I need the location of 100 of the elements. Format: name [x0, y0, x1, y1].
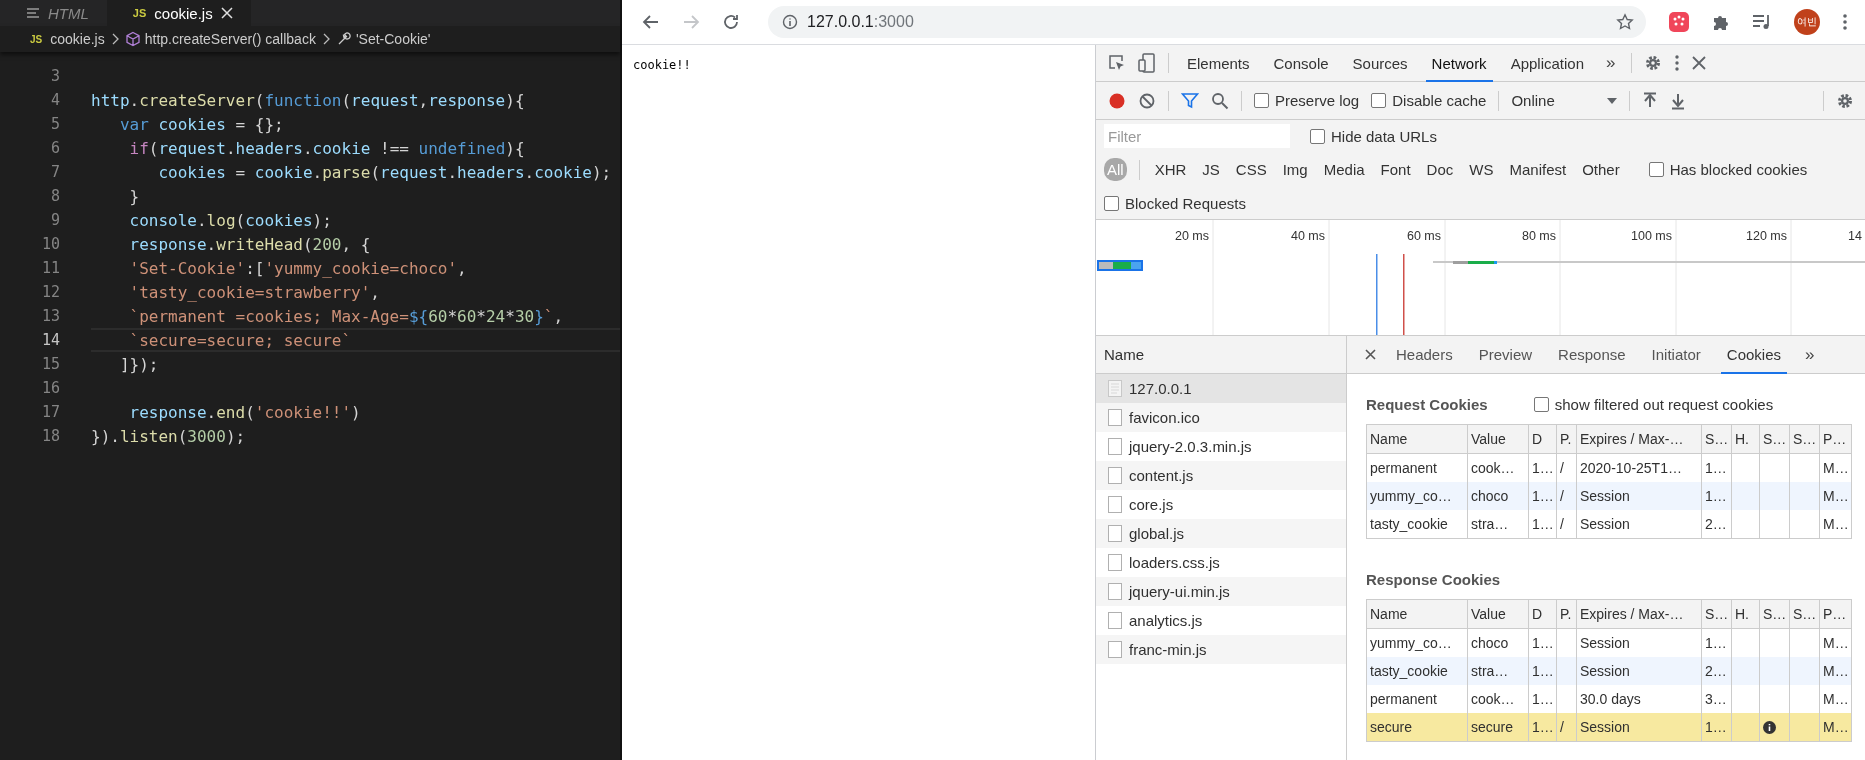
- more-tabs-button[interactable]: »: [1801, 344, 1819, 365]
- devtools-tab[interactable]: Application: [1504, 44, 1590, 82]
- device-icon[interactable]: [1138, 53, 1156, 73]
- menu-icon[interactable]: [1842, 13, 1848, 31]
- column-header[interactable]: P…: [1820, 425, 1850, 453]
- checkbox-label[interactable]: Has blocked cookies: [1669, 161, 1808, 178]
- column-header[interactable]: D: [1529, 425, 1557, 453]
- editor-tab[interactable]: HTML: [0, 0, 107, 26]
- more-icon[interactable]: [1674, 54, 1681, 72]
- close-icon[interactable]: [1692, 56, 1707, 70]
- devtools-tab[interactable]: Elements: [1181, 44, 1256, 82]
- column-header[interactable]: P.: [1557, 425, 1577, 453]
- request-row[interactable]: 127.0.0.1: [1096, 374, 1346, 403]
- details-tab[interactable]: Preview: [1472, 335, 1539, 374]
- column-header[interactable]: D: [1529, 600, 1557, 628]
- type-filter-button[interactable]: Img: [1279, 158, 1311, 181]
- extension-icon[interactable]: [1668, 11, 1690, 33]
- column-header[interactable]: Expires / Max-…: [1577, 425, 1702, 453]
- checkbox[interactable]: [1533, 396, 1549, 412]
- checkbox-label[interactable]: show filtered out request cookies: [1554, 395, 1774, 413]
- filter-field[interactable]: Filter: [1104, 124, 1290, 148]
- column-header[interactable]: P…: [1820, 600, 1850, 628]
- type-filter-button[interactable]: Font: [1377, 158, 1414, 181]
- column-header[interactable]: S…: [1790, 425, 1820, 453]
- details-tab[interactable]: Headers: [1390, 335, 1459, 374]
- column-header[interactable]: P.: [1557, 600, 1577, 628]
- type-filter-button[interactable]: CSS: [1232, 158, 1270, 181]
- request-row[interactable]: loaders.css.js: [1096, 548, 1346, 577]
- checkbox-label[interactable]: Blocked Requests: [1125, 194, 1246, 212]
- table-cell: Session: [1580, 488, 1630, 504]
- table-row[interactable]: tasty_cookie stra… 1… Session 2… M…: [1367, 657, 1851, 685]
- profile-avatar[interactable]: 여빈: [1794, 9, 1820, 35]
- type-filter-button[interactable]: Manifest: [1506, 158, 1570, 181]
- more-tabs-button[interactable]: »: [1602, 53, 1620, 73]
- column-header[interactable]: S…: [1760, 425, 1790, 453]
- upload-icon[interactable]: [1642, 91, 1659, 110]
- checkbox-label[interactable]: Hide data URLs: [1331, 127, 1437, 145]
- type-filter-button[interactable]: JS: [1199, 158, 1223, 181]
- request-row[interactable]: jquery-2.0.3.min.js: [1096, 432, 1346, 461]
- request-row[interactable]: jquery-ui.min.js: [1096, 577, 1346, 606]
- column-header[interactable]: Value: [1468, 425, 1529, 453]
- request-row[interactable]: franc-min.js: [1096, 635, 1346, 664]
- playlist-icon[interactable]: [1752, 13, 1772, 31]
- checkbox[interactable]: [1254, 93, 1269, 108]
- info-icon[interactable]: [782, 14, 798, 30]
- type-filter-button[interactable]: WS: [1466, 158, 1497, 181]
- column-header[interactable]: S…: [1760, 600, 1790, 628]
- star-icon[interactable]: [1616, 13, 1634, 31]
- close-icon[interactable]: [1365, 349, 1376, 360]
- details-tab[interactable]: Initiator: [1645, 335, 1707, 374]
- checkbox-label[interactable]: Disable cache: [1392, 92, 1487, 109]
- settings-icon[interactable]: [1836, 91, 1854, 110]
- column-header[interactable]: Value: [1468, 600, 1529, 628]
- settings-icon[interactable]: [1644, 54, 1663, 72]
- type-filter-button[interactable]: Other: [1579, 158, 1623, 181]
- clear-icon[interactable]: [1138, 91, 1156, 110]
- column-header[interactable]: Name: [1367, 600, 1468, 628]
- column-header[interactable]: H.: [1732, 425, 1760, 453]
- record-icon[interactable]: [1108, 91, 1126, 110]
- column-header[interactable]: Expires / Max-…: [1577, 600, 1702, 628]
- column-header[interactable]: Name: [1096, 336, 1346, 374]
- type-filter-button[interactable]: XHR: [1151, 158, 1190, 181]
- column-header[interactable]: Name: [1367, 425, 1468, 453]
- throttle-dropdown[interactable]: Online: [1511, 92, 1618, 109]
- devtools-tab[interactable]: Sources: [1346, 44, 1414, 82]
- address-bar[interactable]: 127.0.0.1:3000: [768, 6, 1646, 38]
- checkbox-label[interactable]: Preserve log: [1275, 92, 1360, 109]
- request-row[interactable]: analytics.js: [1096, 606, 1346, 635]
- column-header[interactable]: S…: [1790, 600, 1820, 628]
- breadcrumb-item[interactable]: http.createServer() callback: [124, 31, 316, 47]
- checkbox[interactable]: [1310, 128, 1325, 144]
- column-header[interactable]: H.: [1732, 600, 1760, 628]
- download-icon[interactable]: [1670, 91, 1687, 110]
- column-header[interactable]: S…: [1702, 600, 1732, 628]
- column-header[interactable]: S…: [1702, 425, 1732, 453]
- breadcrumb-item[interactable]: JS cookie.js: [30, 31, 105, 47]
- type-filter-button[interactable]: Doc: [1423, 158, 1457, 181]
- request-row[interactable]: content.js: [1096, 461, 1346, 490]
- editor-tab[interactable]: JS cookie.js: [106, 0, 251, 26]
- checkbox[interactable]: [1648, 162, 1664, 177]
- search-icon[interactable]: [1211, 91, 1229, 110]
- devtools-tab[interactable]: Console: [1267, 44, 1335, 82]
- filter-icon[interactable]: [1181, 91, 1199, 110]
- details-tab[interactable]: Cookies: [1720, 335, 1787, 374]
- inspect-icon[interactable]: [1108, 54, 1126, 72]
- table-row[interactable]: tasty_cookie stra… 1… / Session 2… M…: [1367, 510, 1851, 538]
- request-row[interactable]: favicon.ico: [1096, 403, 1346, 432]
- checkbox[interactable]: [1371, 93, 1387, 108]
- puzzle-icon[interactable]: [1712, 13, 1730, 31]
- request-row[interactable]: core.js: [1096, 490, 1346, 519]
- details-tab[interactable]: Response: [1552, 335, 1632, 374]
- type-filter-button[interactable]: Media: [1320, 158, 1368, 181]
- breadcrumb-item[interactable]: 'Set-Cookie': [335, 31, 431, 47]
- table-cell: permanent: [1370, 460, 1437, 476]
- table-row[interactable]: yummy_co… choco 1… / Session 1… M…: [1367, 482, 1851, 510]
- request-row[interactable]: global.js: [1096, 519, 1346, 548]
- table-row[interactable]: secure secure 1… / Session 1… M…: [1367, 713, 1851, 741]
- checkbox[interactable]: [1104, 195, 1119, 211]
- back-icon[interactable]: [642, 13, 660, 31]
- reload-icon[interactable]: [722, 13, 740, 31]
